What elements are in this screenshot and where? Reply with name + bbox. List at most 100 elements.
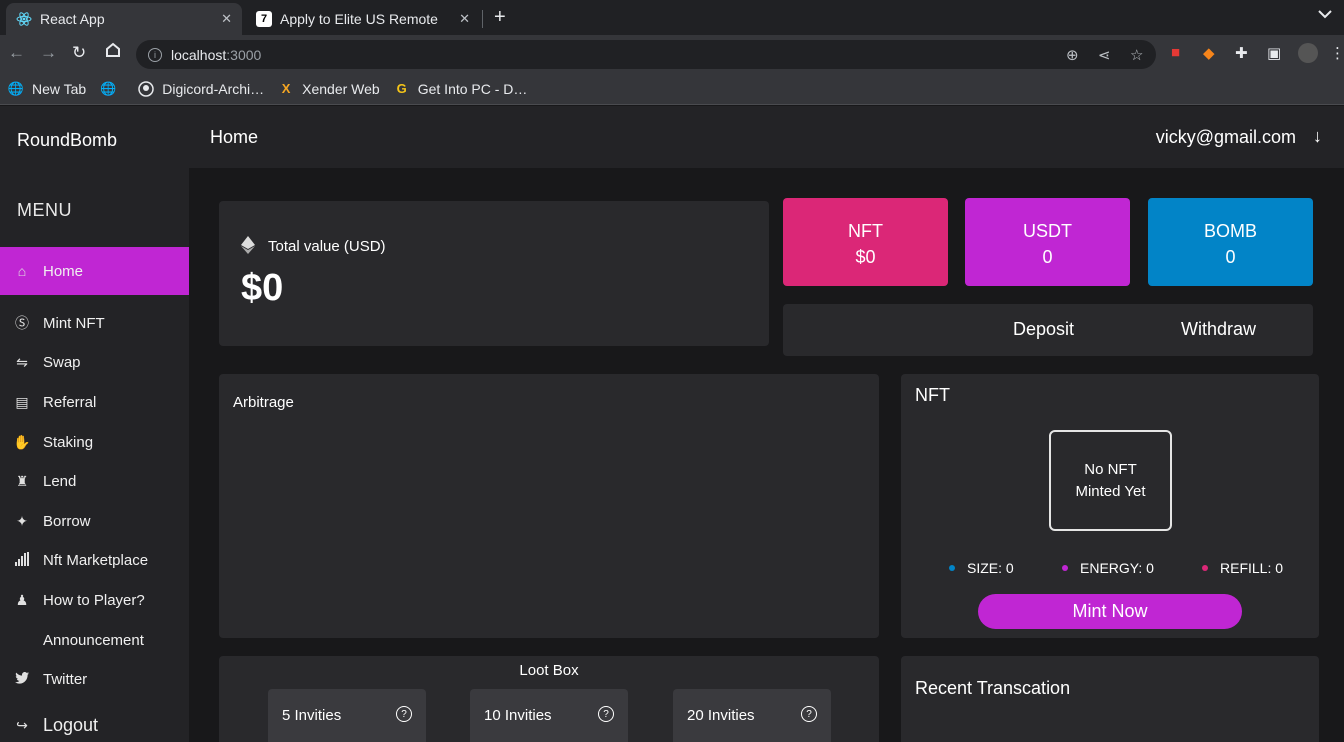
bookmark-getintopc[interactable]: G Get Into PC - D… (394, 81, 528, 97)
back-icon[interactable]: ← (8, 43, 25, 63)
sidebar-item-label: Mint NFT (43, 314, 105, 332)
wallet-actions: Deposit Withdraw (783, 304, 1313, 356)
sidebar-item-staking[interactable]: ✋ Staking (0, 423, 189, 461)
zoom-icon[interactable]: ⊕ (1066, 46, 1079, 64)
close-tab-icon[interactable]: ✕ (459, 11, 470, 27)
sidebar-item-label: How to Player? (43, 591, 145, 609)
help-icon[interactable]: ? (396, 706, 412, 722)
share-icon[interactable]: ⋖ (1098, 46, 1111, 64)
bookmarks-bar: 🌐 New Tab 🌐 Digicord-Archi… X Xender Web… (0, 73, 1344, 105)
stat-card-bomb[interactable]: BOMB 0 (1148, 198, 1313, 286)
stat-value: 0 (1225, 247, 1236, 267)
handshake-icon: ✋ (13, 433, 31, 450)
sidebar-item-referral[interactable]: ▤ Referral (0, 383, 189, 421)
help-icon[interactable]: ? (598, 706, 614, 722)
sidebar-item-twitter[interactable]: Twitter (0, 660, 189, 698)
reload-icon[interactable]: ↻ (72, 43, 86, 63)
total-value-card: Total value (USD) $0 (219, 201, 769, 346)
signal-icon (13, 551, 31, 569)
info-icon[interactable]: i (148, 47, 162, 62)
app-header: Home vicky@gmail.com ↓ (189, 106, 1344, 168)
react-icon (16, 11, 32, 27)
stat-card-usdt[interactable]: USDT 0 (965, 198, 1130, 286)
globe-icon: 🌐 (7, 80, 25, 96)
browser-toolbar: ← → ↻ i localhost:3000 ⊕ ⋖ ☆ (0, 35, 1344, 73)
brand-logo[interactable]: RoundBomb (17, 130, 117, 151)
dot-icon (1062, 565, 1068, 571)
recent-transactions-title: Recent Transcation (915, 678, 1071, 698)
sidebar-item-label: Lend (43, 472, 77, 490)
chevron-down-icon[interactable] (1318, 6, 1332, 22)
mint-now-button[interactable]: Mint Now (978, 594, 1242, 629)
sidebar-item-home[interactable]: ⌂ Home (0, 247, 189, 295)
arbitrage-card: Arbitrage (219, 374, 879, 638)
nft-card: NFT No NFT Minted Yet SIZE: 0 ENERGY: 0 … (901, 374, 1319, 638)
sidebar-item-lend[interactable]: ♜ Lend (0, 462, 189, 500)
stat-card-nft[interactable]: NFT $0 (783, 198, 948, 286)
nft-stat-label: ENERGY: 0 (1080, 560, 1154, 576)
bookmark-label: Xender Web (302, 80, 380, 97)
stat-name: USDT (1023, 221, 1072, 241)
bookmark-globe[interactable]: 🌐 (100, 81, 124, 97)
lend-icon: ♜ (15, 472, 29, 489)
browser-tab-apply[interactable]: 7 Apply to Elite US Remote ✕ (246, 3, 480, 35)
loot-box-10-invites[interactable]: 10 Invities ? (470, 689, 628, 742)
side-panel-icon[interactable]: ▣ (1267, 44, 1281, 62)
home-browser-icon[interactable] (104, 41, 122, 64)
bookmark-new-tab[interactable]: 🌐 New Tab (8, 81, 86, 97)
logout-icon: ↪ (16, 716, 28, 733)
forward-icon[interactable]: → (40, 43, 57, 63)
bookmark-digicord[interactable]: Digicord-Archi… (138, 81, 264, 97)
tab-title: React App (40, 11, 105, 27)
sidebar-item-swap[interactable]: ⇋ Swap (0, 343, 189, 381)
globe-icon: 🌐 (100, 80, 117, 96)
url-host: localhost (171, 46, 227, 63)
profile-avatar[interactable] (1298, 43, 1318, 63)
browser-tab-react-app[interactable]: React App ✕ (6, 3, 242, 35)
sidebar-item-label: Twitter (43, 670, 88, 688)
arrow-down-icon[interactable]: ↓ (1313, 126, 1322, 147)
sidebar-item-label: Logout (43, 714, 99, 735)
nft-empty-placeholder: No NFT Minted Yet (1049, 430, 1172, 531)
total-value-label: Total value (USD) (268, 238, 386, 255)
loot-box-5-invites[interactable]: 5 Invities ? (268, 689, 426, 742)
loot-box-title: Loot Box (519, 662, 579, 679)
new-tab-icon[interactable]: + (494, 6, 506, 29)
nft-stat-label: SIZE: 0 (967, 560, 1014, 576)
sidebar-item-logout[interactable]: ↪ Logout (0, 706, 189, 742)
page-title: Home (210, 127, 259, 147)
sidebar-item-borrow[interactable]: ✦ Borrow (0, 502, 189, 540)
user-email[interactable]: vicky@gmail.com (1156, 127, 1296, 148)
close-tab-icon[interactable]: ✕ (221, 11, 232, 27)
sidebar-item-label: Announcement (43, 631, 144, 649)
tab-title: Apply to Elite US Remote (280, 11, 438, 27)
stat-value: 0 (1042, 247, 1053, 267)
sidebar-item-label: Home (43, 262, 84, 280)
home-icon: ⌂ (17, 263, 27, 279)
sidebar-item-announcement[interactable]: Announcement (0, 621, 189, 659)
sidebar-item-how-to-play[interactable]: ♟ How to Player? (0, 581, 189, 619)
stat-value: $0 (855, 247, 876, 267)
puzzle-icon[interactable]: ✚ (1235, 44, 1248, 62)
metamask-icon[interactable]: ◆ (1203, 44, 1215, 62)
sidebar-item-nft-marketplace[interactable]: Nft Marketplace (0, 541, 189, 579)
bookmark-xender[interactable]: X Xender Web (278, 81, 380, 97)
withdraw-button[interactable]: Withdraw (1181, 319, 1256, 340)
deposit-button[interactable]: Deposit (1013, 319, 1074, 340)
url-port: :3000 (226, 46, 262, 63)
loot-box-card: Loot Box 5 Invities ? 10 Invities ? 20 I… (219, 656, 879, 742)
extension-icon[interactable]: ■ (1171, 44, 1180, 61)
more-menu-icon[interactable]: ⋮ (1330, 44, 1344, 62)
swap-icon: ⇋ (16, 353, 28, 370)
coin-icon: Ⓢ (15, 315, 29, 331)
help-icon[interactable]: ? (801, 706, 817, 722)
loot-box-20-invites[interactable]: 20 Invities ? (673, 689, 831, 742)
ethereum-icon (241, 236, 255, 259)
sidebar-item-mint-nft[interactable]: Ⓢ Mint NFT (0, 304, 189, 342)
menu-heading: MENU (17, 200, 72, 220)
xender-icon: X (281, 81, 291, 96)
nft-empty-line2: Minted Yet (1075, 482, 1146, 500)
arbitrage-title: Arbitrage (233, 394, 294, 411)
bookmark-star-icon[interactable]: ☆ (1130, 46, 1143, 64)
address-bar[interactable]: i localhost:3000 ⊕ ⋖ ☆ (136, 40, 1156, 69)
